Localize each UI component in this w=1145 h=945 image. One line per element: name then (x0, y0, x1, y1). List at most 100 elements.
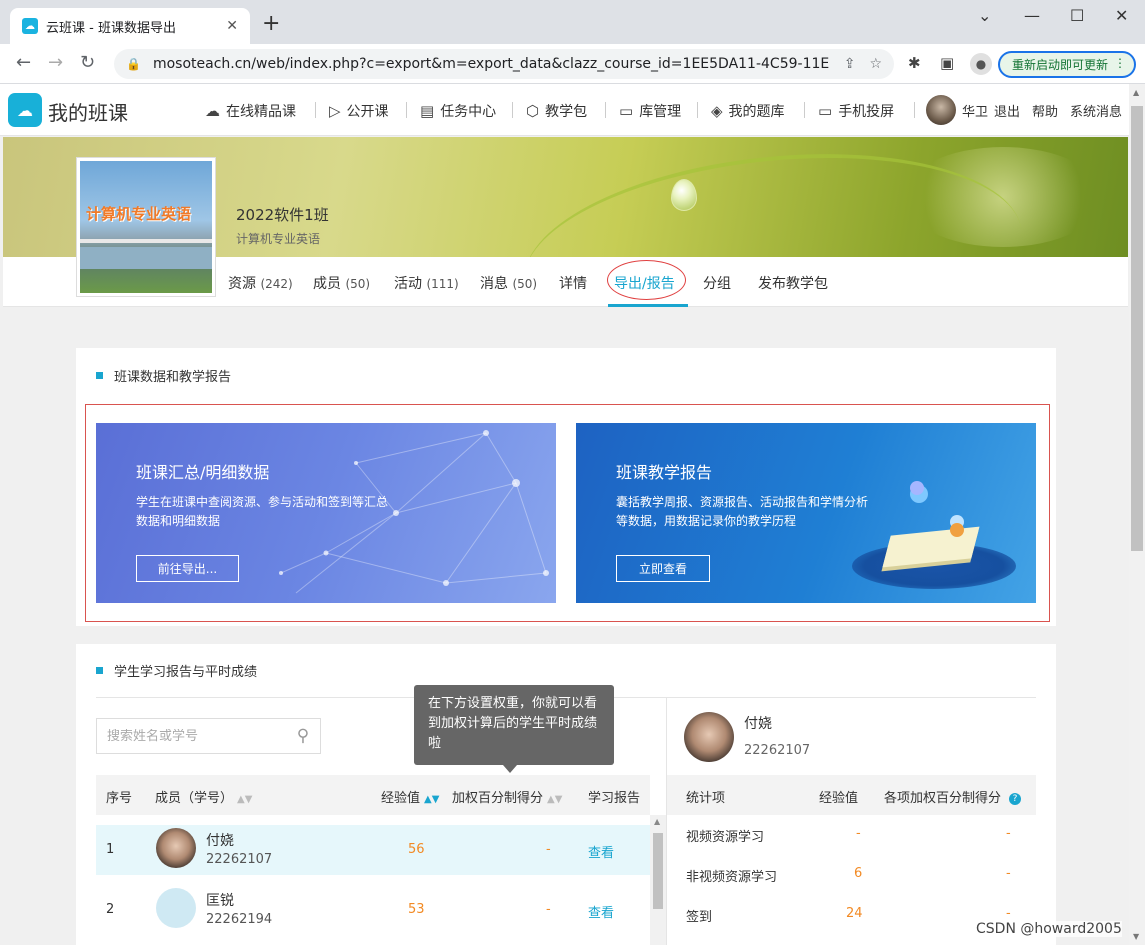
forward-icon[interactable]: → (48, 52, 63, 73)
summary-data-panel[interactable]: 班课汇总/明细数据 学生在班课中查阅资源、参与活动和签到等汇总数据和明细数据 前… (96, 423, 556, 603)
stat-experience: - (856, 826, 861, 841)
col-member[interactable]: 成员（学号） ▲▼ (155, 787, 252, 806)
extensions-icon[interactable]: ✱ (908, 54, 921, 72)
profile-icon[interactable]: ● (970, 53, 992, 75)
more-icon[interactable]: ⋮ (1114, 56, 1126, 70)
scroll-up-icon[interactable]: ▲ (1133, 88, 1139, 97)
sort-icon[interactable]: ▲▼ (237, 794, 252, 805)
sort-icon[interactable]: ▲▼ (424, 794, 439, 805)
nav-library[interactable]: ▭ 库管理 (619, 101, 681, 121)
view-now-button[interactable]: 立即查看 (616, 555, 710, 582)
divider (512, 102, 513, 118)
tab-activities[interactable]: 活动 (111) (394, 273, 459, 293)
tab-details[interactable]: 详情 (559, 273, 587, 293)
site-title[interactable]: 我的班课 (48, 97, 128, 126)
logout-link[interactable]: 退出 (994, 101, 1020, 120)
course-image-caption: 计算机专业英语 (86, 205, 192, 223)
reload-icon[interactable]: ↻ (80, 52, 95, 73)
archive-icon: ▭ (619, 102, 634, 120)
nav-online-course[interactable]: ☁ 在线精品课 (205, 101, 296, 121)
nav-question-bank[interactable]: ◈ 我的题库 (711, 101, 785, 121)
divider (914, 102, 915, 118)
scroll-thumb[interactable] (1131, 106, 1143, 551)
water-drop (671, 179, 697, 211)
tab-members[interactable]: 成员 (50) (313, 273, 370, 293)
table-scrollbar[interactable]: ▲ (650, 815, 666, 945)
page-scrollbar[interactable]: ▲ ▼ (1129, 84, 1145, 945)
system-messages-link[interactable]: 系统消息 (1070, 101, 1122, 120)
col-experience[interactable]: 经验值 ▲▼ (381, 787, 439, 806)
chevron-down-icon[interactable]: ⌄ (978, 6, 991, 25)
maximize-icon[interactable]: ☐ (1070, 6, 1084, 25)
help-link[interactable]: 帮助 (1032, 101, 1058, 120)
address-bar[interactable]: 🔒 mosoteach.cn/web/index.php?c=export&m=… (114, 49, 894, 79)
nav-screen-cast[interactable]: ▭ 手机投屏 (818, 101, 894, 121)
logo-icon[interactable]: ☁ (8, 93, 42, 127)
tab-groups[interactable]: 分组 (703, 273, 731, 293)
panel-description: 囊括教学周报、资源报告、活动报告和学情分析等数据，用数据记录你的教学历程 (616, 495, 869, 528)
update-label: 重新启动即可更新 (1012, 58, 1109, 72)
course-image: 计算机专业英语 (80, 161, 212, 293)
share-icon[interactable]: ⇪ (844, 56, 856, 72)
col-stat-item: 统计项 (686, 791, 726, 806)
col-index: 序号 (106, 791, 133, 806)
col-experience: 经验值 (819, 791, 859, 806)
table-header: 序号 成员（学号） ▲▼ 经验值 ▲▼ 加权百分制得分 ▲▼ 学习报告 (96, 775, 650, 815)
course-thumbnail[interactable]: 计算机专业英语 (76, 157, 216, 297)
stat-score: - (1006, 866, 1011, 881)
tab-messages[interactable]: 消息 (50) (480, 273, 537, 293)
search-input[interactable] (107, 728, 286, 744)
update-button[interactable]: 重新启动即可更新 ⋮ (998, 51, 1136, 78)
stat-experience: 6 (854, 866, 863, 881)
student-name: 付娆 (744, 716, 772, 732)
teaching-report-panel[interactable]: 班课教学报告 囊括教学周报、资源报告、活动报告和学情分析等数据，用数据记录你的教… (576, 423, 1036, 603)
divider (697, 102, 698, 118)
experience-value: 56 (408, 842, 425, 857)
sort-icon[interactable]: ▲▼ (547, 794, 562, 805)
nav-teaching-pack[interactable]: ⬡ 教学包 (526, 101, 587, 121)
weighted-score: - (546, 902, 551, 917)
search-icon[interactable]: ⚲ (286, 726, 320, 746)
back-icon[interactable]: ← (16, 52, 31, 73)
student-search[interactable]: ⚲ (96, 718, 321, 754)
star-icon[interactable]: ☆ (869, 56, 882, 72)
sidepanel-icon[interactable]: ▣ (940, 54, 954, 72)
lock-icon: 🔒 (126, 57, 141, 71)
scroll-down-icon[interactable]: ▼ (1133, 932, 1139, 941)
user-name[interactable]: 华卫 (962, 101, 988, 120)
section-title: 班课数据和教学报告 (96, 366, 231, 385)
tab-publish-pack[interactable]: 发布教学包 (758, 273, 828, 293)
go-export-button[interactable]: 前往导出... (136, 555, 239, 582)
new-tab-icon[interactable]: + (262, 13, 280, 35)
stat-item: 签到 (686, 910, 713, 925)
table-row[interactable]: 2 匡锐 22262194 53 - 查看 (96, 885, 650, 935)
view-report-link[interactable]: 查看 (588, 842, 614, 861)
col-weighted-score[interactable]: 加权百分制得分 ▲▼ (452, 787, 562, 806)
scroll-up-icon[interactable]: ▲ (654, 817, 660, 826)
tooltip-arrow (503, 765, 517, 773)
close-icon[interactable]: ✕ (226, 18, 238, 34)
window-close-icon[interactable]: ✕ (1115, 6, 1128, 25)
tab-resources[interactable]: 资源 (242) (228, 273, 293, 293)
scroll-thumb[interactable] (653, 833, 663, 909)
help-icon[interactable]: ? (1009, 792, 1022, 805)
monitor-icon: ▭ (818, 102, 833, 120)
member-id: 22262194 (206, 912, 273, 927)
divider (406, 102, 407, 118)
nav-open-course[interactable]: ▷ 公开课 (329, 101, 389, 121)
minimize-icon[interactable]: — (1024, 6, 1040, 25)
tab-title: 云班课 - 班课数据导出 (46, 20, 176, 36)
avatar[interactable] (926, 95, 956, 125)
bullet-square (96, 372, 103, 379)
table-row[interactable]: 1 付娆 22262107 56 - 查看 (96, 825, 650, 875)
panel-title: 班课教学报告 (616, 463, 713, 482)
col-report: 学习报告 (588, 791, 641, 806)
stat-score: - (1006, 826, 1011, 841)
annotation-oval (607, 260, 686, 300)
nav-task-center[interactable]: ▤ 任务中心 (420, 101, 496, 121)
orb-decoration (910, 481, 924, 495)
view-report-link[interactable]: 查看 (588, 902, 614, 921)
weighted-score: - (546, 842, 551, 857)
browser-tab[interactable]: ☁ 云班课 - 班课数据导出 ✕ (10, 8, 250, 44)
divider (315, 102, 316, 118)
